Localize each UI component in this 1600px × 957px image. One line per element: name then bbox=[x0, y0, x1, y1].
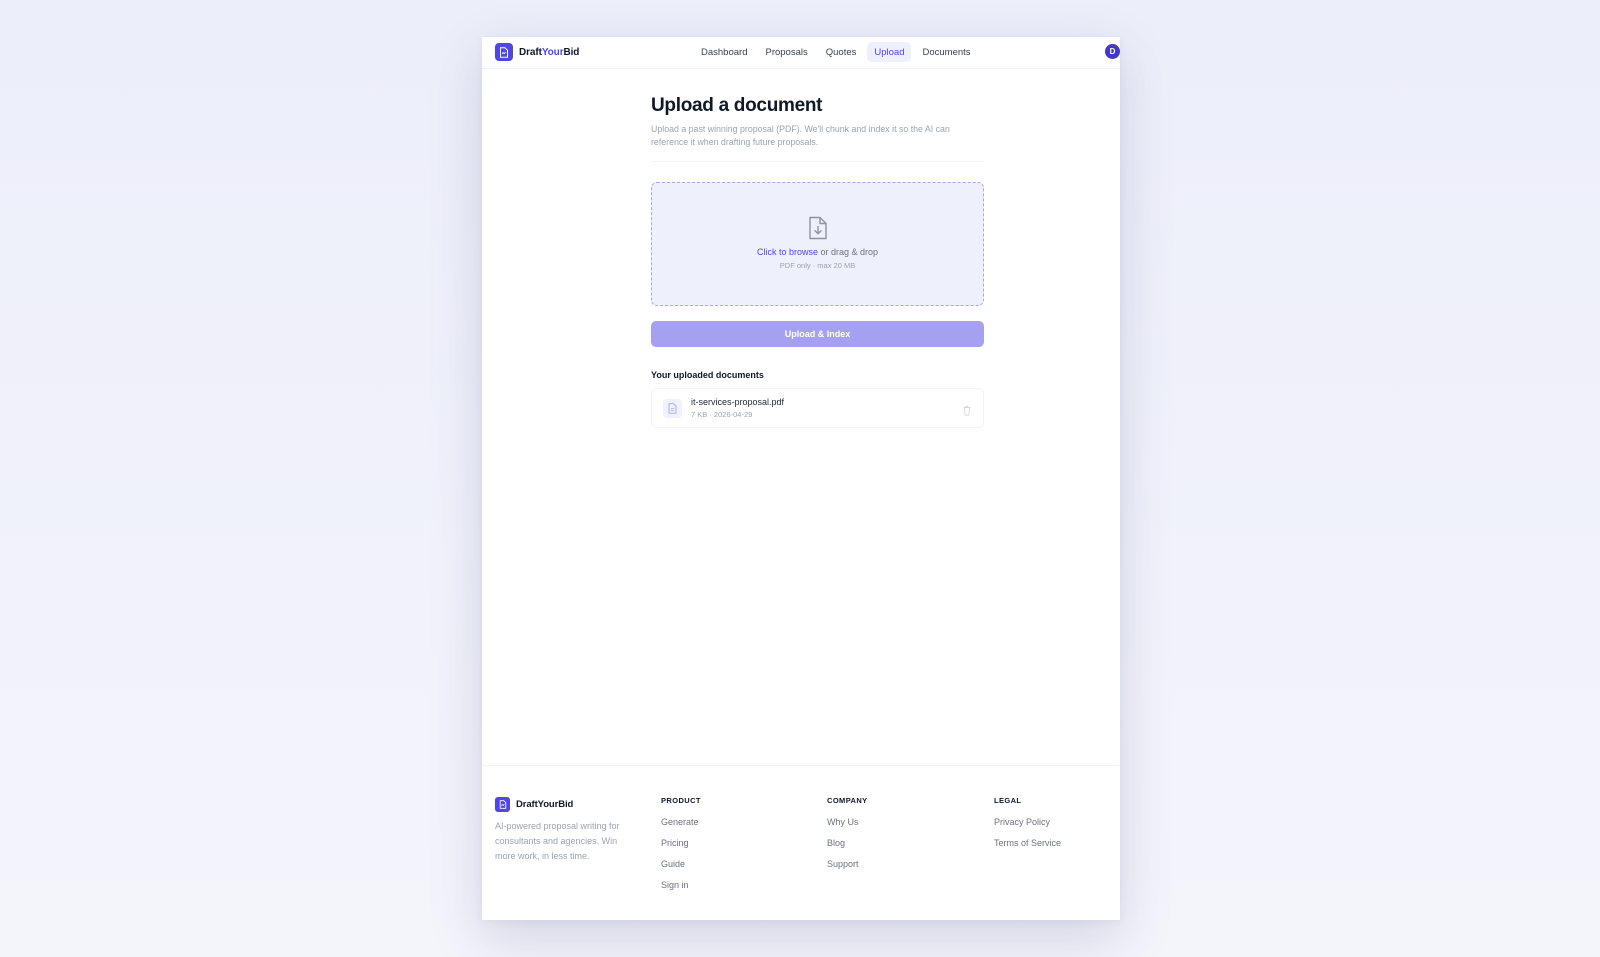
footer-link-generate[interactable]: Generate bbox=[661, 812, 701, 833]
document-row[interactable]: it-services-proposal.pdf 7 KB · 2026-04-… bbox=[651, 388, 984, 428]
logo-document-icon bbox=[495, 43, 513, 61]
file-icon bbox=[663, 399, 682, 418]
nav-dashboard[interactable]: Dashboard bbox=[694, 42, 754, 62]
footer-link-privacy-policy[interactable]: Privacy Policy bbox=[994, 812, 1061, 833]
footer-link-pricing[interactable]: Pricing bbox=[661, 833, 701, 854]
footer-link-support[interactable]: Support bbox=[827, 854, 868, 875]
footer-column-legal: LEGAL Privacy Policy Terms of Service bbox=[994, 796, 1061, 854]
uploaded-documents-heading: Your uploaded documents bbox=[651, 370, 764, 380]
page-title: Upload a document bbox=[651, 95, 823, 116]
upload-page: Upload a document Upload a past winning … bbox=[651, 95, 984, 428]
brand-name: DraftYourBid bbox=[519, 46, 580, 58]
upload-index-button[interactable]: Upload & Index bbox=[651, 321, 984, 347]
footer-tagline: AI-powered proposal writing for consulta… bbox=[495, 821, 620, 861]
nav-upload[interactable]: Upload bbox=[867, 42, 912, 62]
file-constraints-hint: PDF only · max 20 MB bbox=[779, 261, 856, 270]
nav-proposals[interactable]: Proposals bbox=[758, 42, 814, 62]
footer-column-company: COMPANY Why Us Blog Support bbox=[827, 796, 868, 875]
dropzone-instructions: Click to browse or drag & drop bbox=[757, 247, 878, 257]
drag-drop-text: or drag & drop bbox=[817, 247, 879, 257]
footer-heading: PRODUCT bbox=[661, 796, 701, 805]
footer-divider bbox=[482, 765, 1120, 766]
nav-quotes[interactable]: Quotes bbox=[819, 42, 864, 62]
page-description: Upload a past winning proposal (PDF). We… bbox=[651, 124, 950, 147]
trash-icon[interactable] bbox=[962, 403, 972, 416]
divider bbox=[651, 161, 984, 162]
footer-link-sign-in[interactable]: Sign in bbox=[661, 875, 701, 896]
document-meta: 7 KB · 2026-04-29 bbox=[691, 410, 753, 419]
document-name: it-services-proposal.pdf bbox=[691, 397, 785, 407]
user-avatar[interactable]: D bbox=[1105, 44, 1120, 59]
app-window: DraftYourBid Dashboard Proposals Quotes … bbox=[482, 37, 1120, 920]
footer-link-terms-of-service[interactable]: Terms of Service bbox=[994, 833, 1061, 854]
footer-heading: LEGAL bbox=[994, 796, 1022, 805]
footer-column-product: PRODUCT Generate Pricing Guide Sign in bbox=[661, 796, 701, 896]
footer-logo-icon bbox=[495, 797, 510, 812]
footer-link-blog[interactable]: Blog bbox=[827, 833, 868, 854]
file-download-icon bbox=[808, 216, 828, 240]
brand[interactable]: DraftYourBid bbox=[495, 43, 579, 61]
file-dropzone[interactable]: Click to browse or drag & drop PDF only … bbox=[651, 182, 984, 306]
browse-link[interactable]: Click to browse bbox=[757, 247, 818, 257]
footer-brand[interactable]: DraftYourBid bbox=[495, 797, 573, 812]
footer-link-guide[interactable]: Guide bbox=[661, 854, 701, 875]
top-nav-bar: DraftYourBid Dashboard Proposals Quotes … bbox=[482, 37, 1120, 69]
footer-brand-name: DraftYourBid bbox=[516, 799, 574, 810]
footer-link-why-us[interactable]: Why Us bbox=[827, 812, 868, 833]
footer-heading: COMPANY bbox=[827, 796, 868, 805]
nav-documents[interactable]: Documents bbox=[915, 42, 977, 62]
main-nav: Dashboard Proposals Quotes Upload Docume… bbox=[694, 42, 978, 62]
